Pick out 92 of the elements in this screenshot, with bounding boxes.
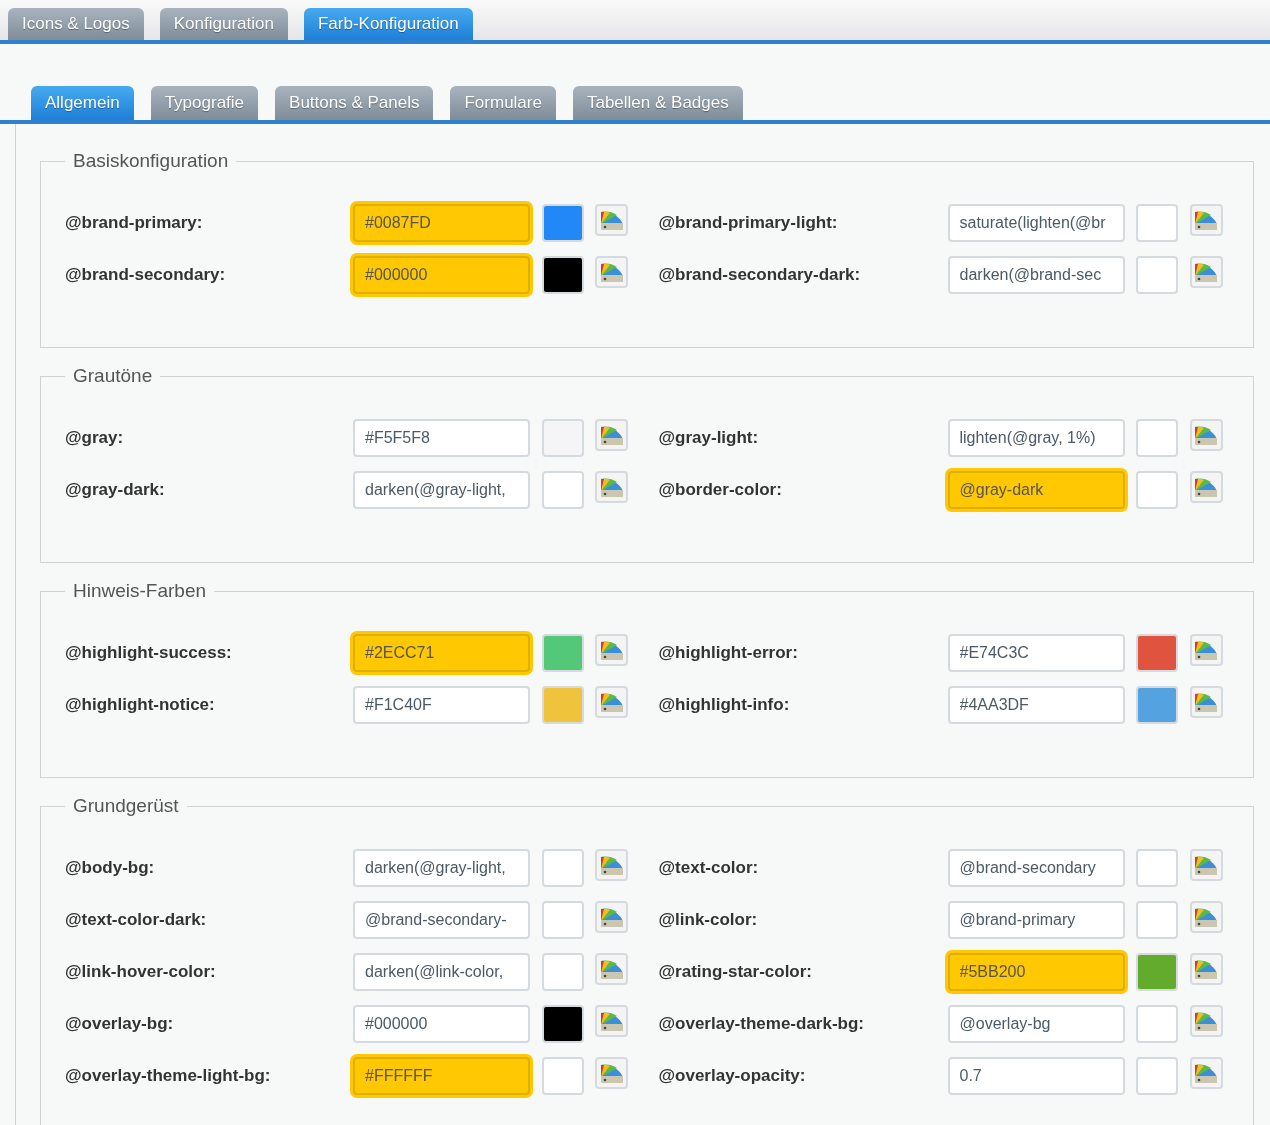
field-label: @brand-secondary-dark:	[658, 265, 862, 285]
color-picker-button[interactable]	[595, 901, 628, 933]
field-label: @highlight-info:	[658, 695, 791, 715]
field-label: @highlight-success:	[65, 643, 233, 663]
section-title: Grundgerüst	[72, 795, 180, 817]
color-swatch[interactable]	[1136, 901, 1178, 939]
color-picker-button[interactable]	[595, 471, 628, 503]
color-swatch[interactable]	[541, 901, 584, 939]
color-value-field[interactable]: #FFFFFF	[353, 1057, 530, 1095]
color-swatch[interactable]	[1136, 686, 1178, 724]
color-value-field[interactable]: #F1C40F	[353, 686, 530, 724]
color-value-field[interactable]: @overlay-bg	[947, 1005, 1125, 1043]
color-swatch[interactable]	[1136, 1005, 1178, 1043]
color-swatch[interactable]	[541, 1057, 584, 1095]
field-label: @highlight-notice:	[65, 695, 216, 715]
color-swatch[interactable]	[541, 471, 584, 509]
color-picker-button[interactable]	[595, 1057, 628, 1089]
color-swatch[interactable]	[541, 419, 584, 457]
field-label: @brand-secondary:	[65, 265, 227, 285]
color-swatch[interactable]	[541, 849, 584, 887]
color-value-field[interactable]: darken(@brand-sec	[947, 256, 1125, 294]
color-value-field[interactable]: saturate(lighten(@br	[947, 204, 1125, 242]
field-label: @highlight-error:	[658, 643, 799, 663]
color-value-field[interactable]: darken(@link-color,	[353, 953, 530, 991]
color-swatch[interactable]	[1136, 634, 1178, 672]
field-label: @link-hover-color:	[65, 962, 217, 982]
color-swatch[interactable]	[541, 256, 584, 294]
color-picker-button[interactable]	[1189, 901, 1223, 933]
field-label: @rating-star-color:	[658, 962, 814, 982]
field-label: @gray-light:	[658, 428, 760, 448]
color-picker-button[interactable]	[595, 204, 628, 236]
color-picker-button[interactable]	[1189, 1005, 1223, 1037]
color-picker-button[interactable]	[595, 419, 628, 451]
color-swatch[interactable]	[541, 1005, 584, 1043]
color-picker-button[interactable]	[1189, 686, 1223, 718]
color-swatch[interactable]	[1136, 419, 1178, 457]
field-label: @overlay-bg:	[65, 1014, 175, 1034]
field-label: @brand-primary-light:	[658, 213, 839, 233]
color-value-field[interactable]: #000000	[353, 256, 530, 294]
color-picker-button[interactable]	[595, 1005, 628, 1037]
color-value-field[interactable]: @brand-secondary	[947, 849, 1125, 887]
field-label: @brand-primary:	[65, 213, 204, 233]
color-picker-button[interactable]	[1189, 953, 1223, 985]
field-label: @border-color:	[658, 480, 783, 500]
color-value-field[interactable]: #000000	[353, 1005, 530, 1043]
color-swatch[interactable]	[541, 634, 584, 672]
field-label: @overlay-opacity:	[658, 1066, 807, 1086]
color-value-field[interactable]: #4AA3DF	[947, 686, 1125, 724]
color-value-field[interactable]: darken(@gray-light,	[353, 471, 530, 509]
field-label: @overlay-theme-dark-bg:	[658, 1014, 865, 1034]
color-swatch[interactable]	[1136, 849, 1178, 887]
color-picker-button[interactable]	[1189, 204, 1223, 236]
color-swatch[interactable]	[1136, 1057, 1178, 1095]
section-title: Grautöne	[72, 365, 154, 387]
field-label: @text-color-dark:	[65, 910, 208, 930]
color-picker-button[interactable]	[595, 849, 628, 881]
color-picker-button[interactable]	[1189, 1057, 1223, 1089]
section-title: Hinweis-Farben	[72, 580, 208, 602]
color-picker-button[interactable]	[1189, 256, 1223, 288]
color-value-field[interactable]: #2ECC71	[353, 634, 530, 672]
field-label: @text-color:	[658, 858, 760, 878]
color-swatch[interactable]	[541, 204, 584, 242]
color-picker-button[interactable]	[1189, 419, 1223, 451]
color-value-field[interactable]: @brand-secondary-	[353, 901, 530, 939]
field-label: @body-bg:	[65, 858, 156, 878]
color-value-field[interactable]: 0.7	[947, 1057, 1125, 1095]
color-value-field[interactable]: @gray-dark	[947, 471, 1125, 509]
color-value-field[interactable]: #E74C3C	[947, 634, 1125, 672]
field-label: @link-color:	[658, 910, 759, 930]
color-picker-button[interactable]	[1189, 849, 1223, 881]
color-value-field[interactable]: darken(@gray-light,	[353, 849, 530, 887]
color-value-field[interactable]: #F5F5F8	[353, 419, 530, 457]
color-picker-button[interactable]	[595, 686, 628, 718]
color-value-field[interactable]: lighten(@gray, 1%)	[947, 419, 1125, 457]
color-swatch[interactable]	[1136, 256, 1178, 294]
color-value-field[interactable]: #0087FD	[353, 204, 530, 242]
color-picker-button[interactable]	[1189, 471, 1223, 503]
section-title: Basiskonfiguration	[72, 150, 230, 172]
color-picker-button[interactable]	[595, 953, 628, 985]
color-picker-button[interactable]	[595, 256, 628, 288]
color-swatch[interactable]	[1136, 204, 1178, 242]
color-value-field[interactable]: @brand-primary	[947, 901, 1125, 939]
field-label: @gray-dark:	[65, 480, 166, 500]
color-swatch[interactable]	[1136, 471, 1178, 509]
color-value-field[interactable]: #5BB200	[947, 953, 1125, 991]
color-picker-button[interactable]	[1189, 634, 1223, 666]
color-picker-button[interactable]	[595, 634, 628, 666]
field-label: @gray:	[65, 428, 125, 448]
color-swatch[interactable]	[541, 953, 584, 991]
field-label: @overlay-theme-light-bg:	[65, 1066, 272, 1086]
color-swatch[interactable]	[1136, 953, 1178, 991]
color-swatch[interactable]	[541, 686, 584, 724]
